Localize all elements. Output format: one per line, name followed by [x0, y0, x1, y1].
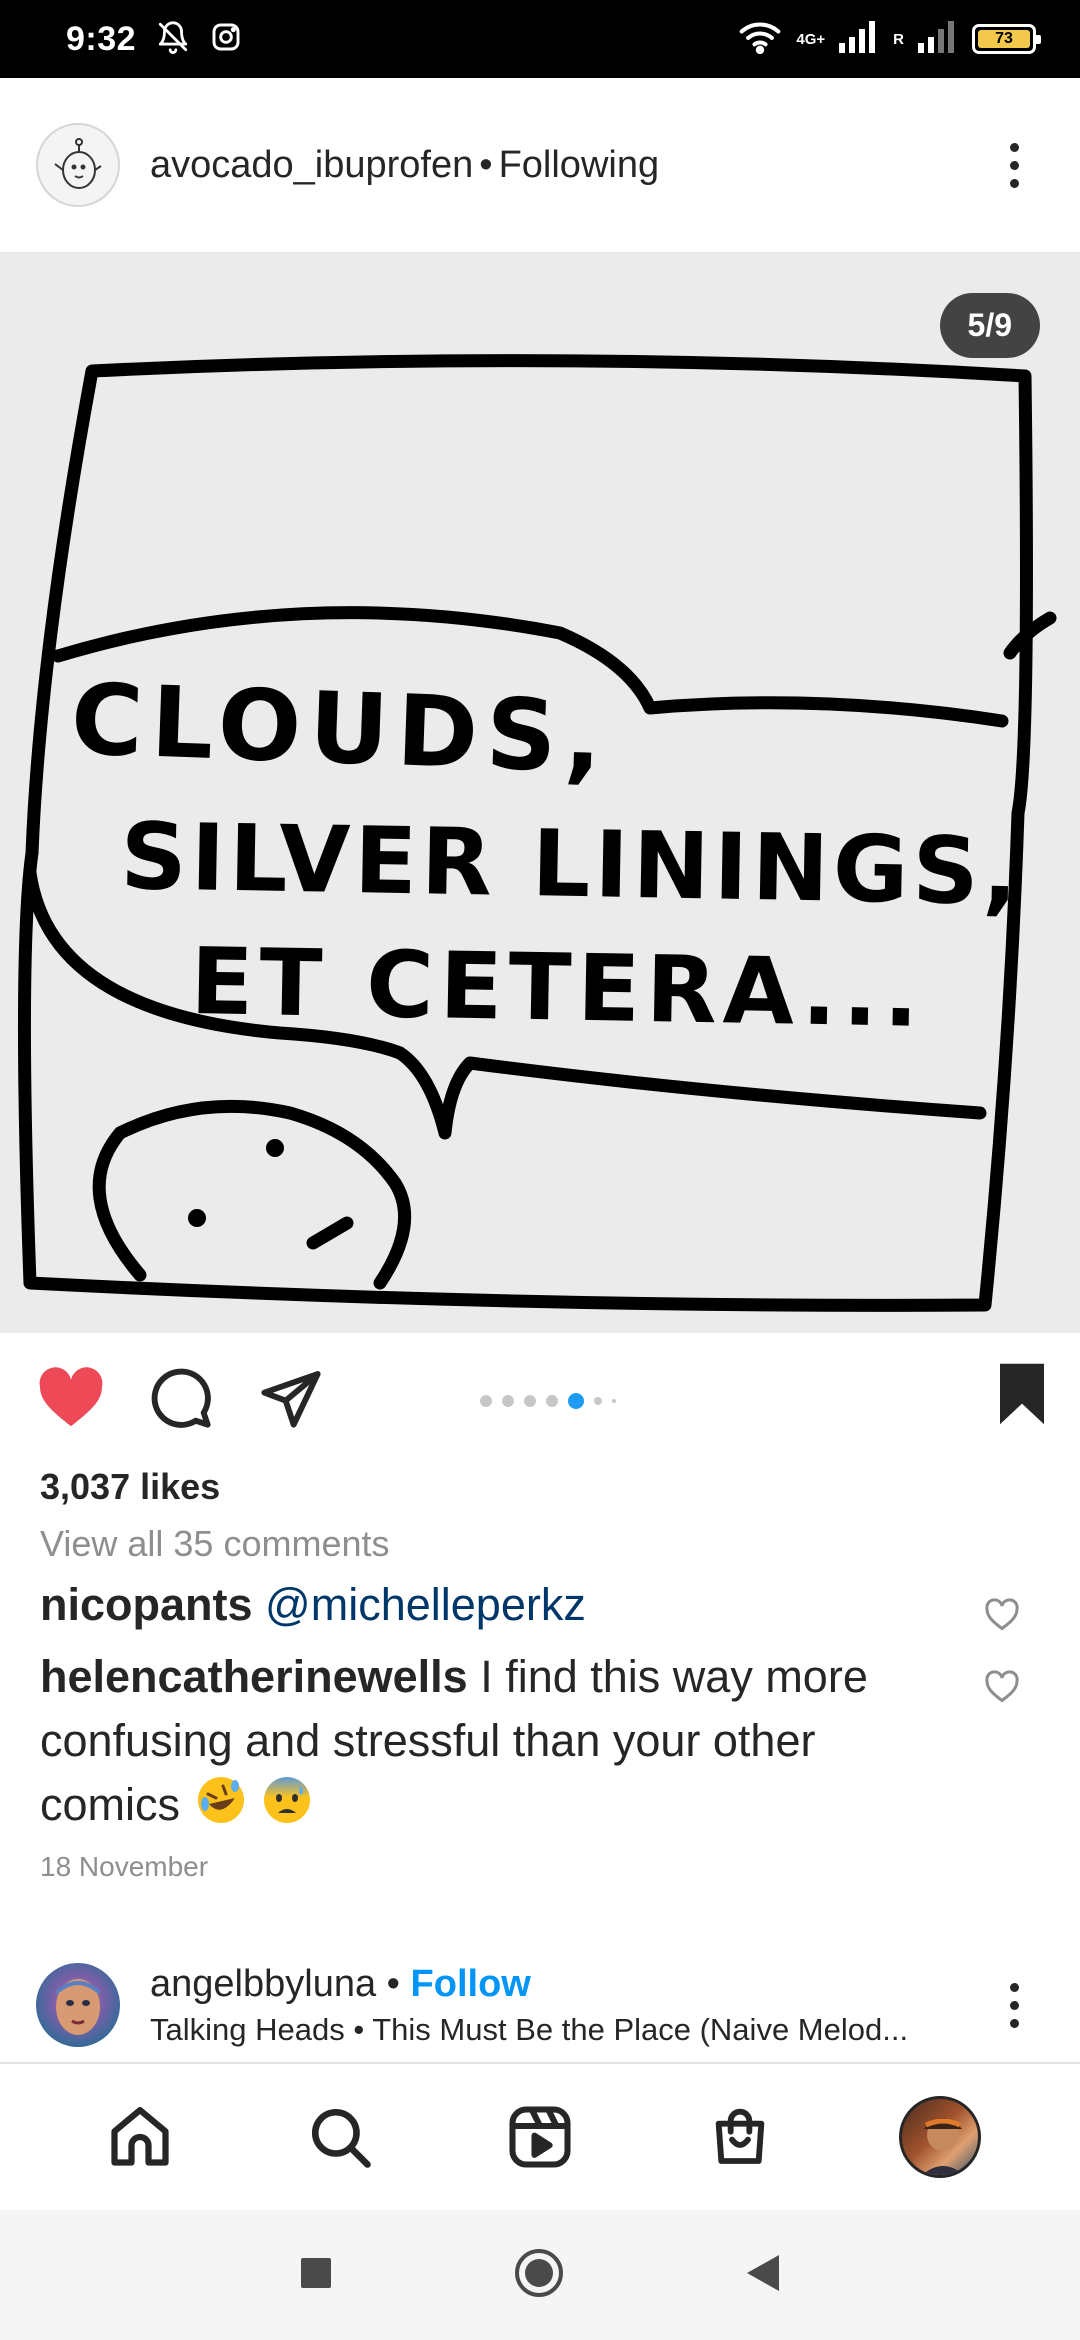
more-dot: [1009, 178, 1019, 188]
roaming-label: R: [893, 30, 904, 48]
author-username[interactable]: avocado_ibuprofen: [150, 144, 473, 186]
carousel-dot: [524, 1395, 536, 1407]
system-navigation-bar: [0, 2210, 1080, 2340]
more-dot: [1009, 142, 1019, 152]
post-image[interactable]: CLOUDS, SILVER LININGS, ET CETERA... 5/9: [0, 253, 1080, 1333]
recents-icon[interactable]: [299, 2256, 333, 2295]
post-date: 18 November: [40, 1850, 209, 1882]
status-right: 4G+ R 73: [738, 20, 1041, 59]
shop-icon[interactable]: [695, 2092, 785, 2182]
next-author-avatar[interactable]: [36, 1963, 120, 2047]
audio-track-label[interactable]: Talking Heads • This Must Be the Place (…: [150, 2012, 970, 2048]
comic-line-1: CLOUDS,: [69, 663, 612, 796]
more-dot: [1009, 2018, 1019, 2028]
carousel-dot: [480, 1395, 492, 1407]
comment: helencatherinewells I find this way more…: [40, 1645, 1019, 1843]
profile-avatar: [899, 2096, 981, 2178]
wifi-icon: [738, 20, 782, 59]
comment-mention[interactable]: @michelleperkz: [265, 1579, 586, 1630]
battery-icon: 73: [972, 24, 1041, 54]
carousel-dot: [594, 1397, 602, 1405]
reels-icon[interactable]: [495, 2092, 585, 2182]
author-avatar[interactable]: [36, 123, 120, 207]
next-author-username[interactable]: angelbbyluna: [150, 1963, 376, 2005]
anxious-sweat-emoji-icon: [261, 1774, 313, 1843]
carousel-dot: [502, 1395, 514, 1407]
carousel-dot-active: [568, 1393, 584, 1409]
comic-line-3: ET CETERA...: [190, 928, 926, 1048]
back-icon[interactable]: [745, 2253, 781, 2298]
post-header: avocado_ibuprofen • Following: [0, 78, 1080, 253]
carousel-dot: [612, 1399, 616, 1403]
post-action-bar: [0, 1333, 1080, 1463]
bookmark-filled-icon[interactable]: [994, 1361, 1050, 1432]
battery-level: 73: [978, 30, 1030, 48]
next-separator: •: [386, 1962, 400, 2005]
comment: nicopants @michelleperkz: [40, 1573, 1019, 1637]
more-dot: [1009, 160, 1019, 170]
comment-like-icon[interactable]: [984, 1657, 1020, 1721]
more-dot: [1009, 2000, 1019, 2010]
post-details: 3,037 likes View all 35 comments nicopan…: [40, 1465, 1040, 1883]
home-circle-icon[interactable]: [513, 2247, 565, 2304]
carousel-dot: [546, 1395, 558, 1407]
profile-tab[interactable]: [895, 2092, 985, 2182]
comment-icon[interactable]: [146, 1363, 216, 1433]
comment-username[interactable]: helencatherinewells: [40, 1651, 468, 1702]
carousel-indicator: [480, 1393, 616, 1409]
heart-filled-icon[interactable]: [36, 1363, 106, 1433]
next-post-more-options-button[interactable]: [984, 1960, 1044, 2050]
do-not-disturb-icon: [156, 20, 190, 59]
status-time: 9:32: [66, 19, 137, 58]
following-label[interactable]: Following: [499, 144, 660, 186]
status-bar: 9:32 4G+ R 73: [0, 0, 1080, 78]
status-left: 9:32: [66, 20, 242, 59]
comic-drawing: CLOUDS, SILVER LININGS, ET CETERA...: [17, 354, 1057, 1312]
signal-icon: [839, 20, 879, 58]
comment-like-icon[interactable]: [984, 1585, 1020, 1649]
comic-line-2: SILVER LININGS,: [120, 803, 1023, 926]
next-author-line: angelbbyluna • Follow: [150, 1963, 984, 2006]
action-icons: [36, 1363, 326, 1433]
carousel-page-counter: 5/9: [939, 293, 1040, 358]
post-more-options-button[interactable]: [984, 120, 1044, 210]
home-icon[interactable]: [95, 2092, 185, 2182]
instagram-feed-screen: 9:32 4G+ R 73 avocado_ibuprofen • Follow…: [0, 0, 1080, 2340]
view-all-comments-link[interactable]: View all 35 comments: [40, 1522, 1040, 1565]
follow-button[interactable]: Follow: [411, 1963, 531, 2005]
signal-icon-2: [918, 20, 958, 58]
rolling-laughing-emoji-icon: [195, 1774, 247, 1843]
comment-username[interactable]: nicopants: [40, 1579, 253, 1630]
share-icon[interactable]: [256, 1363, 326, 1433]
network-type-label: 4G+: [796, 30, 826, 48]
likes-count[interactable]: 3,037 likes: [40, 1465, 1040, 1508]
more-dot: [1009, 1982, 1019, 1992]
bottom-navigation: [0, 2062, 1080, 2210]
search-icon[interactable]: [295, 2092, 385, 2182]
header-separator: •: [479, 143, 493, 186]
next-post-text: angelbbyluna • Follow Talking Heads • Th…: [150, 1963, 984, 2048]
instagram-icon: [210, 21, 242, 58]
next-post-header: angelbbyluna • Follow Talking Heads • Th…: [0, 1950, 1080, 2060]
header-text: avocado_ibuprofen • Following: [150, 144, 984, 187]
